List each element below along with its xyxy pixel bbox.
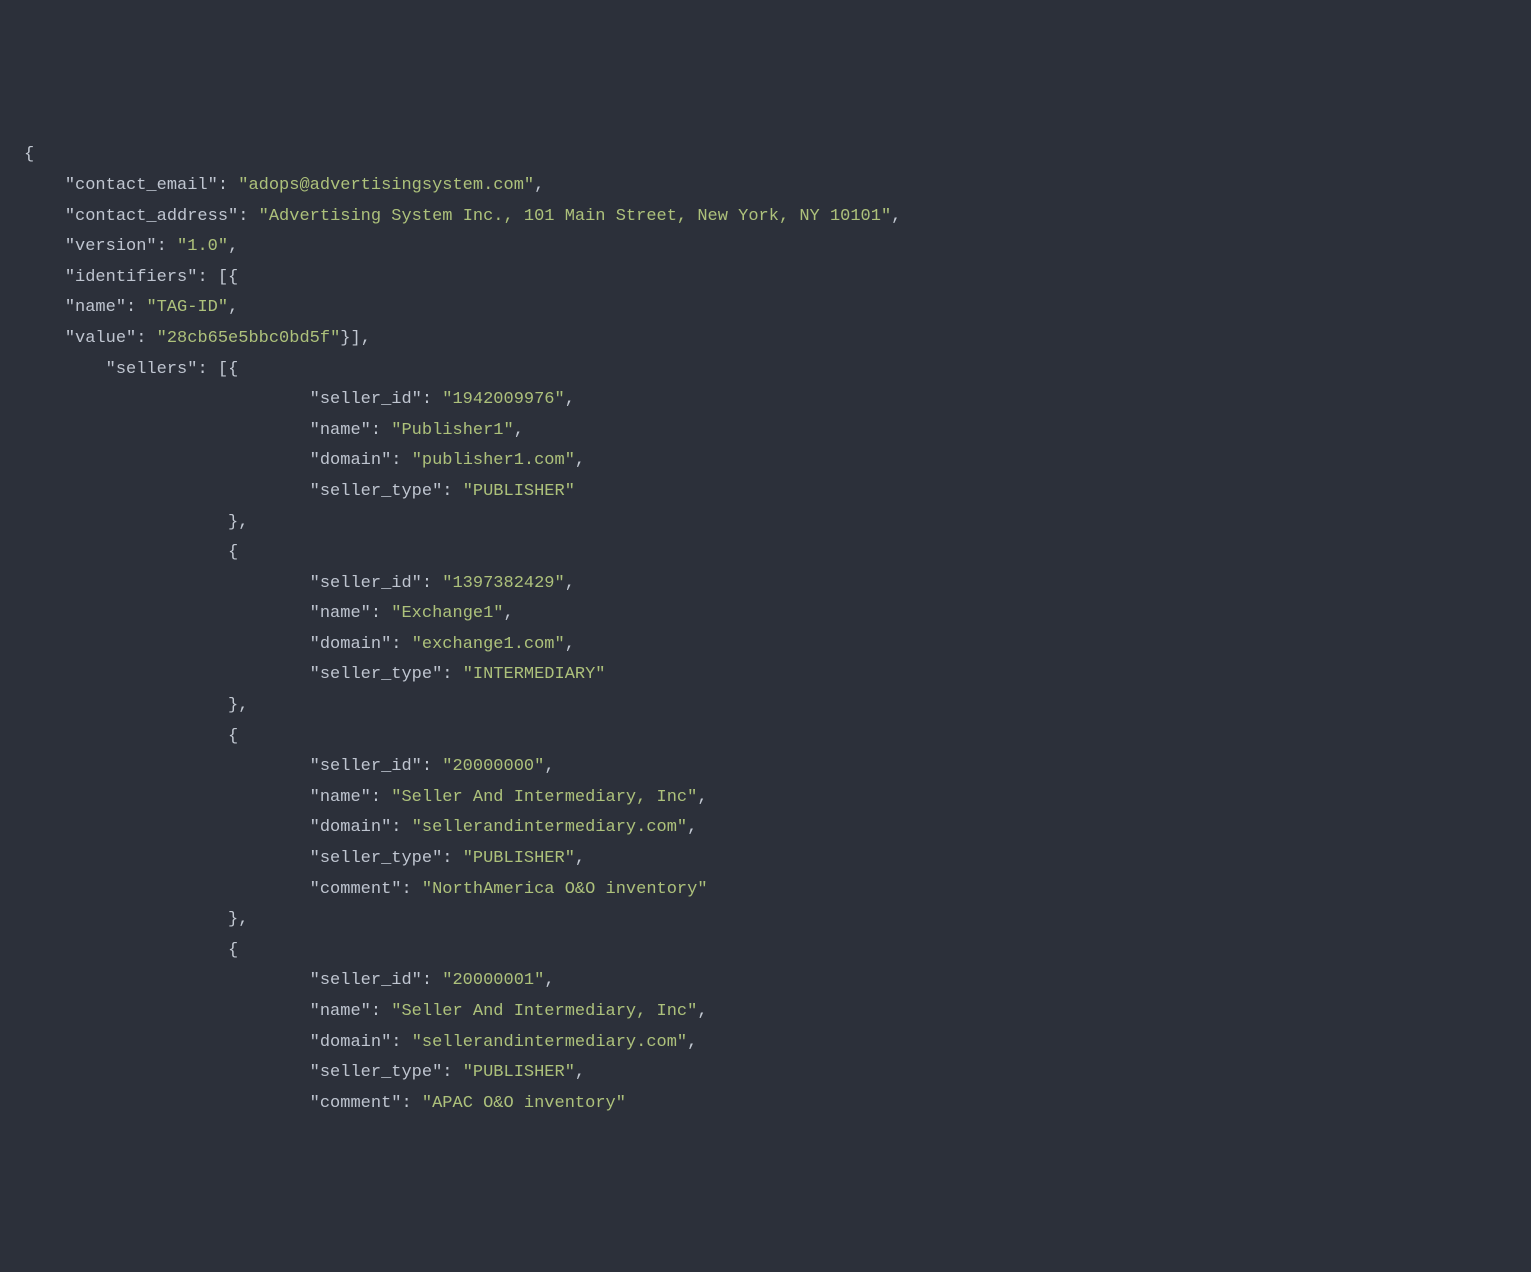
- key-s1-name: "name": [310, 421, 371, 440]
- key-s3-type: "seller_type": [310, 849, 443, 868]
- key-s2-type: "seller_type": [310, 665, 443, 684]
- val-s1-type: "PUBLISHER": [463, 482, 575, 501]
- val-s4-name: "Seller And Intermediary, Inc": [391, 1002, 697, 1021]
- val-identifier-name: "TAG-ID": [146, 298, 228, 317]
- key-contact-email: "contact_email": [65, 176, 218, 195]
- key-identifier-name: "name": [65, 298, 126, 317]
- key-s2-id: "seller_id": [310, 574, 422, 593]
- val-contact-address: "Advertising System Inc., 101 Main Stree…: [259, 207, 892, 226]
- key-identifier-value: "value": [65, 329, 136, 348]
- key-s3-name: "name": [310, 788, 371, 807]
- key-s4-name: "name": [310, 1002, 371, 1021]
- val-s3-id: "20000000": [442, 757, 544, 776]
- val-s3-type: "PUBLISHER": [463, 849, 575, 868]
- key-contact-address: "contact_address": [65, 207, 238, 226]
- key-s3-comment: "comment": [310, 880, 402, 899]
- key-s4-domain: "domain": [310, 1033, 392, 1052]
- val-s2-id: "1397382429": [442, 574, 564, 593]
- val-s4-domain: "sellerandintermediary.com": [412, 1033, 687, 1052]
- key-identifiers: "identifiers": [65, 268, 198, 287]
- val-identifier-value: "28cb65e5bbc0bd5f": [157, 329, 341, 348]
- key-s4-id: "seller_id": [310, 971, 422, 990]
- val-version: "1.0": [177, 237, 228, 256]
- val-s3-comment: "NorthAmerica O&O inventory": [422, 880, 708, 899]
- key-version: "version": [65, 237, 157, 256]
- val-s2-domain: "exchange1.com": [412, 635, 565, 654]
- key-sellers: "sellers": [106, 360, 198, 379]
- key-s3-domain: "domain": [310, 818, 392, 837]
- key-s1-id: "seller_id": [310, 390, 422, 409]
- val-s1-name: "Publisher1": [391, 421, 513, 440]
- val-s1-id: "1942009976": [442, 390, 564, 409]
- key-s1-type: "seller_type": [310, 482, 443, 501]
- key-s2-domain: "domain": [310, 635, 392, 654]
- val-contact-email: "adops@advertisingsystem.com": [238, 176, 534, 195]
- val-s4-comment: "APAC O&O inventory": [422, 1094, 626, 1113]
- val-s2-name: "Exchange1": [391, 604, 503, 623]
- val-s2-type: "INTERMEDIARY": [463, 665, 606, 684]
- key-s3-id: "seller_id": [310, 757, 422, 776]
- key-s2-name: "name": [310, 604, 371, 623]
- val-s1-domain: "publisher1.com": [412, 451, 575, 470]
- code-block: { "contact_email": "adops@advertisingsys…: [24, 140, 1507, 1119]
- val-s4-type: "PUBLISHER": [463, 1063, 575, 1082]
- key-s4-type: "seller_type": [310, 1063, 443, 1082]
- val-s3-domain: "sellerandintermediary.com": [412, 818, 687, 837]
- val-s4-id: "20000001": [442, 971, 544, 990]
- val-s3-name: "Seller And Intermediary, Inc": [391, 788, 697, 807]
- key-s1-domain: "domain": [310, 451, 392, 470]
- key-s4-comment: "comment": [310, 1094, 402, 1113]
